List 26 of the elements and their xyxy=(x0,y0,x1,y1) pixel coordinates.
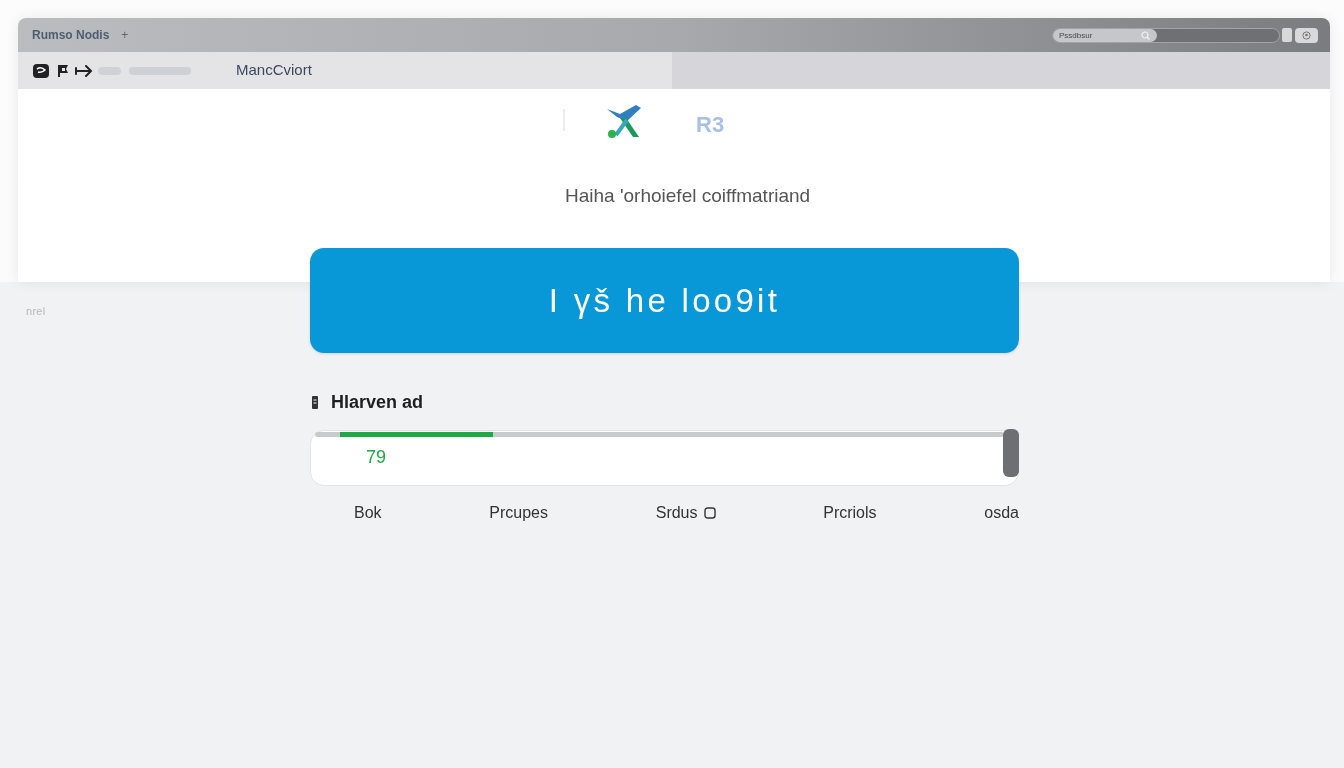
slider-handle[interactable] xyxy=(1003,429,1019,477)
flag-icon[interactable] xyxy=(57,64,71,77)
step-label: Srdus xyxy=(655,503,698,523)
step-label: Prcriols xyxy=(823,503,877,523)
grip-icon xyxy=(312,395,318,409)
side-note: nrel xyxy=(26,305,46,317)
search-field[interactable]: Pssdbsur xyxy=(1053,28,1141,42)
primary-button[interactable]: I γš he loo9it xyxy=(310,248,1019,353)
small-tile-button[interactable] xyxy=(1282,28,1292,42)
chat-icon[interactable] xyxy=(33,63,49,78)
location-label: MancCviort xyxy=(236,60,312,81)
new-tab-button[interactable]: + xyxy=(121,29,129,41)
step-label: Prcupes xyxy=(489,503,548,523)
step-label: osda xyxy=(984,503,1019,523)
badge-text: R3 xyxy=(696,110,725,139)
circle-icon xyxy=(1302,30,1311,40)
search-icon xyxy=(1141,30,1150,40)
account-button[interactable] xyxy=(1295,27,1318,43)
step-label: Bok xyxy=(354,503,382,523)
progress-label: Hlarven ad xyxy=(331,390,424,414)
arrow-right-icon[interactable] xyxy=(75,64,93,77)
window-title: Rumso Nodis xyxy=(32,27,110,44)
progress-reading: 79 xyxy=(366,446,387,468)
search-button[interactable] xyxy=(1141,28,1157,42)
square-icon xyxy=(703,507,716,519)
subtitle: Haiha 'orhoiefel coiffmatriand xyxy=(565,185,811,207)
